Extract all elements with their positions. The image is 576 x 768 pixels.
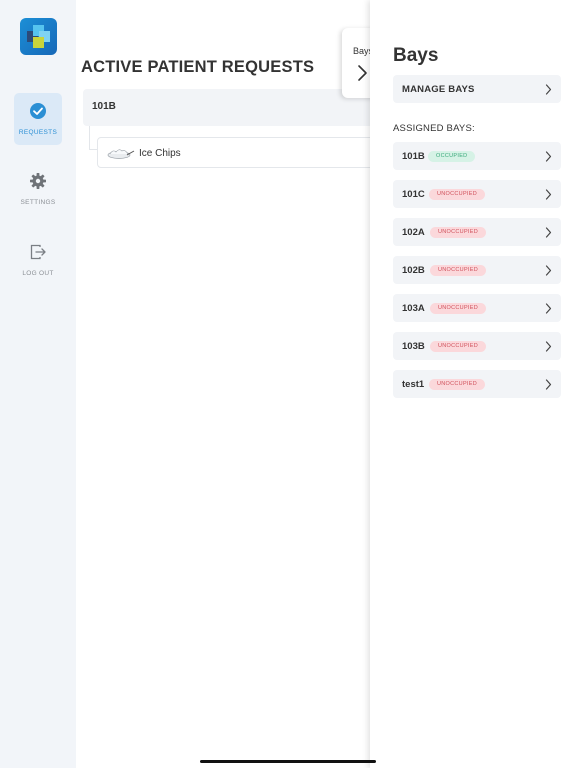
- bay-row[interactable]: 101B OCCUPIED: [393, 142, 561, 170]
- page-title: ACTIVE PATIENT REQUESTS: [81, 58, 315, 76]
- check-circle-icon: [30, 103, 46, 119]
- chevron-right-icon: [545, 84, 552, 95]
- logout-icon: [30, 244, 46, 260]
- chevron-right-icon: [545, 265, 552, 276]
- tree-connector: [89, 126, 97, 150]
- bay-name: 102B: [402, 265, 425, 276]
- chevron-right-icon: [358, 65, 367, 81]
- home-indicator[interactable]: [200, 760, 376, 763]
- request-group-header[interactable]: 101B: [83, 89, 383, 126]
- bay-name: 103A: [402, 303, 425, 314]
- bay-row[interactable]: 102A UNOCCUPIED: [393, 218, 561, 246]
- drawer-title: Bays: [393, 45, 439, 66]
- assigned-bays-heading: ASSIGNED BAYS:: [393, 123, 475, 134]
- ice-chips-icon: [107, 149, 135, 159]
- bay-row[interactable]: test1 UNOCCUPIED: [393, 370, 561, 398]
- nav-logout[interactable]: LOG OUT: [14, 234, 62, 286]
- status-badge: UNOCCUPIED: [429, 189, 485, 200]
- gear-icon: [30, 173, 46, 189]
- chevron-right-icon: [545, 227, 552, 238]
- nav-settings[interactable]: SETTINGS: [14, 163, 62, 215]
- bays-drawer: Bays MANAGE BAYS ASSIGNED BAYS: 101B OCC…: [370, 0, 576, 768]
- chevron-right-icon: [545, 189, 552, 200]
- status-badge: UNOCCUPIED: [430, 265, 486, 276]
- bay-name: 102A: [402, 227, 425, 238]
- bay-name: 103B: [402, 341, 425, 352]
- bay-row[interactable]: 101C UNOCCUPIED: [393, 180, 561, 208]
- sidebar: REQUESTS SETTINGS LOG OUT: [0, 0, 76, 768]
- nav-settings-label: SETTINGS: [20, 199, 56, 206]
- request-item[interactable]: Ice Chips: [97, 137, 387, 168]
- bay-name: test1: [402, 379, 425, 390]
- request-group-bay: 101B: [92, 101, 116, 112]
- chevron-right-icon: [545, 151, 552, 162]
- manage-bays-button[interactable]: MANAGE BAYS: [393, 75, 561, 103]
- chevron-right-icon: [545, 379, 552, 390]
- manage-bays-label: MANAGE BAYS: [402, 84, 475, 95]
- status-badge: UNOCCUPIED: [430, 341, 486, 352]
- status-badge: UNOCCUPIED: [430, 227, 486, 238]
- bay-name: 101B: [402, 151, 425, 162]
- bay-row[interactable]: 102B UNOCCUPIED: [393, 256, 561, 284]
- status-badge: UNOCCUPIED: [430, 303, 486, 314]
- chevron-right-icon: [545, 341, 552, 352]
- request-item-label: Ice Chips: [139, 148, 181, 159]
- bay-row[interactable]: 103B UNOCCUPIED: [393, 332, 561, 360]
- status-badge: OCCUPIED: [428, 151, 476, 162]
- nav-requests[interactable]: REQUESTS: [14, 93, 62, 145]
- nav-requests-label: REQUESTS: [18, 129, 58, 136]
- nav-logout-label: LOG OUT: [22, 270, 54, 277]
- app-logo: [20, 18, 57, 55]
- bay-name: 101C: [402, 189, 425, 200]
- chevron-right-icon: [545, 303, 552, 314]
- bay-row[interactable]: 103A UNOCCUPIED: [393, 294, 561, 322]
- status-badge: UNOCCUPIED: [429, 379, 485, 390]
